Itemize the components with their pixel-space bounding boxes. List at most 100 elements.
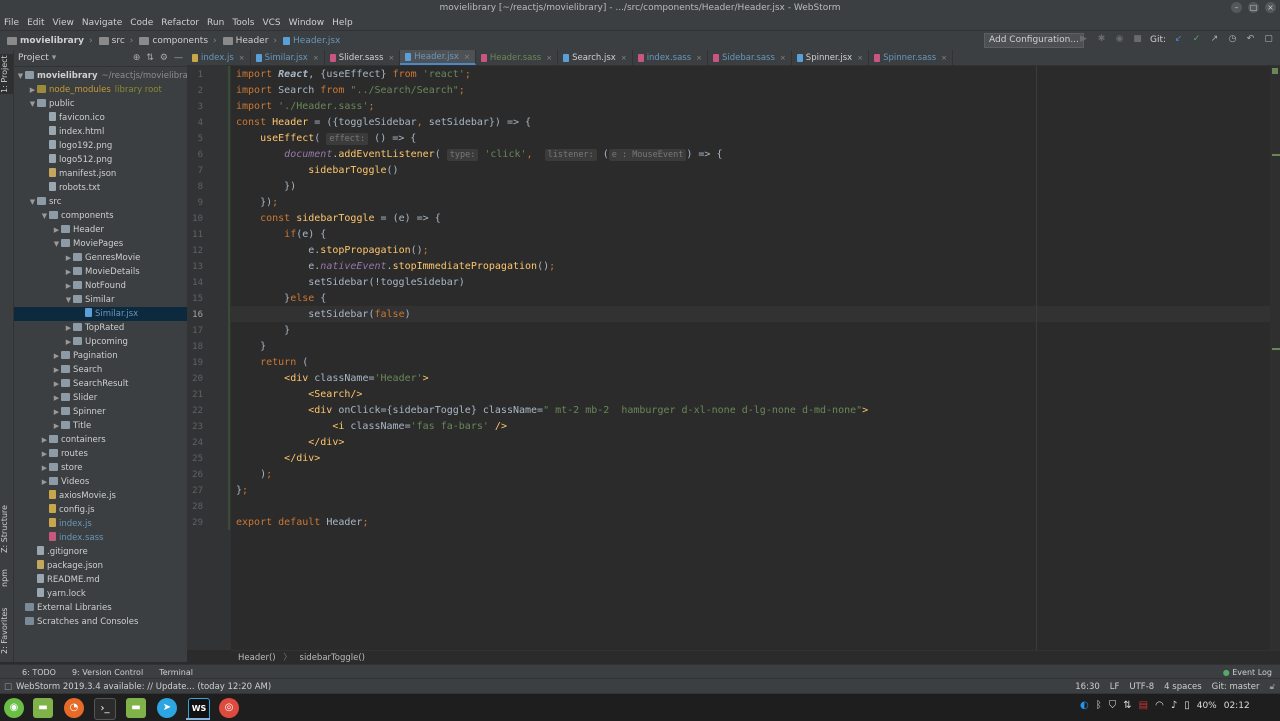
code-line[interactable]: }else { bbox=[236, 291, 326, 307]
editor-tab[interactable]: Similar.jsx × bbox=[251, 50, 325, 65]
code-line[interactable]: <Search/> bbox=[236, 387, 362, 403]
tree-folder[interactable]: ▼ src bbox=[14, 195, 201, 209]
chevron-down-icon[interactable]: ▾ bbox=[52, 53, 57, 63]
telegram-icon[interactable]: ➤ bbox=[157, 698, 177, 718]
breadcrumb-item[interactable]: Header › bbox=[220, 36, 280, 46]
webstorm-icon[interactable]: WS bbox=[188, 698, 210, 720]
close-icon[interactable]: × bbox=[1265, 2, 1276, 13]
line-number[interactable]: 14 bbox=[183, 275, 203, 291]
chevron-down-icon[interactable]: ▼ bbox=[52, 237, 61, 251]
favorites-tool-tab[interactable]: 2: Favorites bbox=[0, 606, 13, 656]
chevron-right-icon[interactable]: ▶ bbox=[28, 83, 37, 97]
tree-file[interactable]: Scratches and Consoles bbox=[14, 615, 189, 629]
editor-tab[interactable]: index.js × bbox=[187, 50, 251, 65]
git-branch[interactable]: Git: master bbox=[1207, 682, 1265, 692]
code-line[interactable]: e.stopPropagation(); bbox=[236, 243, 428, 259]
menu-run[interactable]: Run bbox=[203, 16, 228, 30]
add-configuration-button[interactable]: Add Configuration... bbox=[984, 33, 1084, 48]
line-number[interactable]: 1 bbox=[183, 67, 203, 83]
line-number[interactable]: 15 bbox=[183, 291, 203, 307]
version-control-tool-button[interactable]: 9: Version Control bbox=[64, 668, 151, 677]
close-tab-icon[interactable]: × bbox=[857, 54, 863, 62]
lock-icon[interactable]: 🔓︎ bbox=[1264, 682, 1280, 692]
history-icon[interactable]: ◷ bbox=[1227, 34, 1238, 45]
code-editor[interactable]: import React, {useEffect} from 'react'; i… bbox=[231, 66, 1280, 650]
code-line[interactable]: </div> bbox=[236, 435, 344, 451]
menu-view[interactable]: View bbox=[49, 16, 78, 30]
chevron-right-icon[interactable]: ▶ bbox=[52, 405, 61, 419]
flag-icon[interactable]: ▤ bbox=[1139, 700, 1148, 711]
chevron-right-icon[interactable]: ▶ bbox=[52, 349, 61, 363]
line-number[interactable]: 26 bbox=[183, 467, 203, 483]
line-number[interactable]: 18 bbox=[183, 339, 203, 355]
chevron-right-icon[interactable]: ▶ bbox=[64, 265, 73, 279]
line-number[interactable]: 11 bbox=[183, 227, 203, 243]
tree-file[interactable]: .gitignore bbox=[14, 545, 201, 559]
editor-tab[interactable]: Sidebar.sass × bbox=[708, 50, 792, 65]
line-number[interactable]: 6 bbox=[183, 147, 203, 163]
breadcrumb-item[interactable]: movielibrary › bbox=[4, 36, 96, 46]
code-line[interactable]: e.nativeEvent.stopImmediatePropagation()… bbox=[236, 259, 555, 275]
code-line[interactable]: <div className='Header'> bbox=[236, 371, 429, 387]
line-number[interactable]: 7 bbox=[183, 163, 203, 179]
code-line[interactable]: import './Header.sass'; bbox=[236, 99, 375, 115]
line-number[interactable]: 24 bbox=[183, 435, 203, 451]
line-separator[interactable]: LF bbox=[1105, 682, 1125, 692]
chevron-right-icon[interactable]: ▶ bbox=[64, 335, 73, 349]
menu-edit[interactable]: Edit bbox=[23, 16, 48, 30]
editor-tab[interactable]: Search.jsx × bbox=[558, 50, 633, 65]
line-number[interactable]: 22 bbox=[183, 403, 203, 419]
code-line[interactable]: } bbox=[236, 339, 266, 355]
chevron-down-icon[interactable]: ▼ bbox=[40, 209, 49, 223]
gear-icon[interactable]: ⚙ bbox=[160, 53, 168, 63]
debug-icon[interactable]: ✱ bbox=[1096, 34, 1107, 45]
line-number[interactable]: 25 bbox=[183, 451, 203, 467]
chevron-right-icon[interactable]: ▶ bbox=[52, 223, 61, 237]
terminal-tool-button[interactable]: Terminal bbox=[151, 668, 201, 677]
line-number[interactable]: 10 bbox=[183, 211, 203, 227]
menu-file[interactable]: File bbox=[0, 16, 23, 30]
hide-icon[interactable]: — bbox=[174, 53, 183, 63]
code-line[interactable]: }; bbox=[236, 483, 248, 499]
folder-icon[interactable]: ▬ bbox=[126, 698, 146, 718]
close-tab-icon[interactable]: × bbox=[941, 54, 947, 62]
chevron-right-icon[interactable]: ▶ bbox=[52, 377, 61, 391]
tree-folder[interactable]: ▶ node_modules library root bbox=[14, 83, 201, 97]
line-number[interactable]: 29 bbox=[183, 515, 203, 531]
run-icon[interactable]: ▶ bbox=[1078, 34, 1089, 45]
menu-navigate[interactable]: Navigate bbox=[78, 16, 126, 30]
line-number[interactable]: 21 bbox=[183, 387, 203, 403]
project-tool-tab[interactable]: 1: Project bbox=[0, 54, 13, 94]
line-number[interactable]: 8 bbox=[183, 179, 203, 195]
inspection-ok-icon[interactable] bbox=[1272, 68, 1278, 74]
code-line[interactable]: }); bbox=[236, 195, 278, 211]
code-line[interactable]: const Header = ({toggleSidebar, setSideb… bbox=[236, 115, 531, 131]
tree-file[interactable]: yarn.lock bbox=[14, 587, 201, 601]
tree-file[interactable]: README.md bbox=[14, 573, 201, 587]
code-line[interactable]: import React, {useEffect} from 'react'; bbox=[236, 67, 471, 83]
line-number[interactable]: 9 bbox=[183, 195, 203, 211]
code-line[interactable]: useEffect( effect: () => { bbox=[236, 131, 416, 147]
line-number[interactable]: 13 bbox=[183, 259, 203, 275]
code-line[interactable]: return ( bbox=[236, 355, 308, 371]
chevron-right-icon[interactable]: ▶ bbox=[40, 461, 49, 475]
event-log-button[interactable]: ● Event Log bbox=[1215, 668, 1280, 677]
line-number[interactable]: 17 bbox=[183, 323, 203, 339]
line-number[interactable]: 5 bbox=[183, 131, 203, 147]
code-line[interactable]: </div> bbox=[236, 451, 320, 467]
tree-file[interactable]: External Libraries bbox=[14, 601, 189, 615]
close-tab-icon[interactable]: × bbox=[696, 54, 702, 62]
close-tab-icon[interactable]: × bbox=[780, 54, 786, 62]
line-number[interactable]: 16 bbox=[183, 307, 203, 323]
menu-vcs[interactable]: VCS bbox=[258, 16, 284, 30]
git-commit-icon[interactable]: ✓ bbox=[1191, 34, 1202, 45]
indent-setting[interactable]: 4 spaces bbox=[1159, 682, 1206, 692]
files-icon[interactable]: ▬ bbox=[33, 698, 53, 718]
line-number[interactable]: 4 bbox=[183, 115, 203, 131]
network-icon[interactable]: ⇅ bbox=[1123, 700, 1131, 711]
code-line[interactable]: }) bbox=[236, 179, 296, 195]
code-line[interactable]: import Search from "../Search/Search"; bbox=[236, 83, 465, 99]
settings-icon[interactable]: ▢ bbox=[1263, 34, 1274, 45]
code-line[interactable]: setSidebar(false) bbox=[236, 307, 410, 323]
editor-tab[interactable]: Header.sass × bbox=[476, 50, 559, 65]
